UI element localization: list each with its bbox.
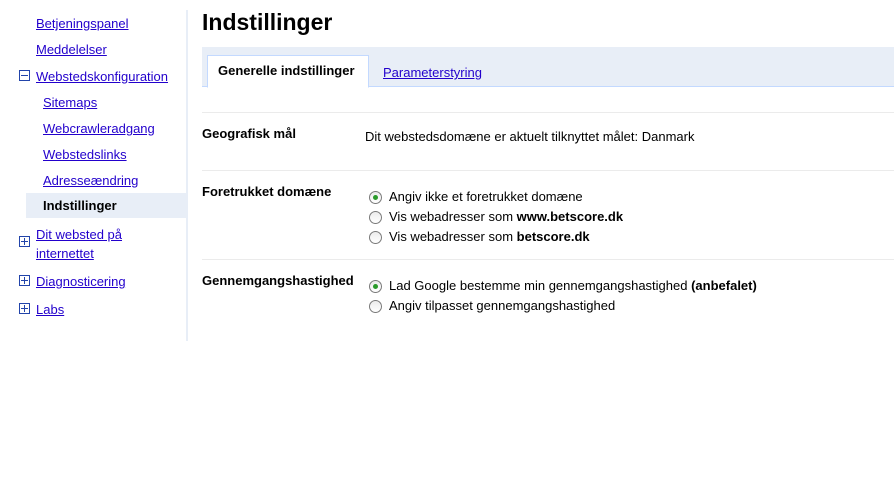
sidebar-item-webstedslinks[interactable]: Webstedslinks xyxy=(43,145,127,164)
radio-button[interactable] xyxy=(369,300,382,313)
tab-label: Generelle indstillinger xyxy=(218,63,355,78)
sidebar-item-label: Indstillinger xyxy=(43,198,117,213)
sidebar-item-webstedskonfiguration[interactable]: Webstedskonfiguration xyxy=(36,67,168,86)
sidebar-divider xyxy=(186,10,188,341)
radio-button[interactable] xyxy=(369,280,382,293)
sidebar-item-meddelelser[interactable]: Meddelelser xyxy=(36,40,107,59)
sidebar-nav: Betjeningspanel Meddelelser Webstedskonf… xyxy=(0,0,186,340)
sidebar-item-labs[interactable]: Labs xyxy=(36,300,64,319)
tab-bar: Generelle indstillinger Parameterstyring xyxy=(202,47,894,88)
expand-icon[interactable] xyxy=(19,275,30,286)
sidebar-item-sitemaps[interactable]: Sitemaps xyxy=(43,93,97,112)
sidebar-item-indstillinger[interactable]: Indstillinger xyxy=(26,193,186,218)
sidebar-item-dit-websted[interactable]: Dit websted på internettet xyxy=(36,225,122,263)
sidebar-item-label: Dit websted på xyxy=(36,227,122,242)
radio-button[interactable] xyxy=(369,231,382,244)
divider xyxy=(202,170,894,171)
geo-target-value: Dit webstedsdomæne er aktuelt tilknyttet… xyxy=(365,129,695,144)
sidebar-item-webcrawleradgang[interactable]: Webcrawleradgang xyxy=(43,119,155,138)
radio-label: Angiv ikke et foretrukket domæne xyxy=(389,189,583,204)
sidebar-item-diagnosticering[interactable]: Diagnosticering xyxy=(36,272,126,291)
sidebar-item-adresseaendring[interactable]: Adresseændring xyxy=(43,171,138,190)
preferred-domain-label: Foretrukket domæne xyxy=(202,184,332,199)
collapse-icon[interactable] xyxy=(19,70,30,81)
sidebar-item-betjeningspanel[interactable]: Betjeningspanel xyxy=(36,14,129,33)
expand-icon[interactable] xyxy=(19,303,30,314)
geo-target-label: Geografisk mål xyxy=(202,126,296,141)
radio-label: Vis webadresser som www.betscore.dk xyxy=(389,209,624,224)
tab-generelle-indstillinger[interactable]: Generelle indstillinger xyxy=(207,55,369,88)
radio-label: Vis webadresser som betscore.dk xyxy=(389,229,590,244)
tab-parameterstyring[interactable]: Parameterstyring xyxy=(383,65,482,80)
divider xyxy=(202,259,894,260)
radio-label: Angiv tilpasset gennemgangshastighed xyxy=(389,298,616,313)
expand-icon[interactable] xyxy=(19,236,30,247)
radio-label: Lad Google bestemme min gennemgangshasti… xyxy=(389,278,757,293)
crawl-rate-label: Gennemgangshastighed xyxy=(202,273,354,288)
divider xyxy=(202,112,894,113)
sidebar-item-label: internettet xyxy=(36,246,94,261)
radio-button[interactable] xyxy=(369,191,382,204)
page-title: Indstillinger xyxy=(202,9,333,35)
radio-button[interactable] xyxy=(369,211,382,224)
